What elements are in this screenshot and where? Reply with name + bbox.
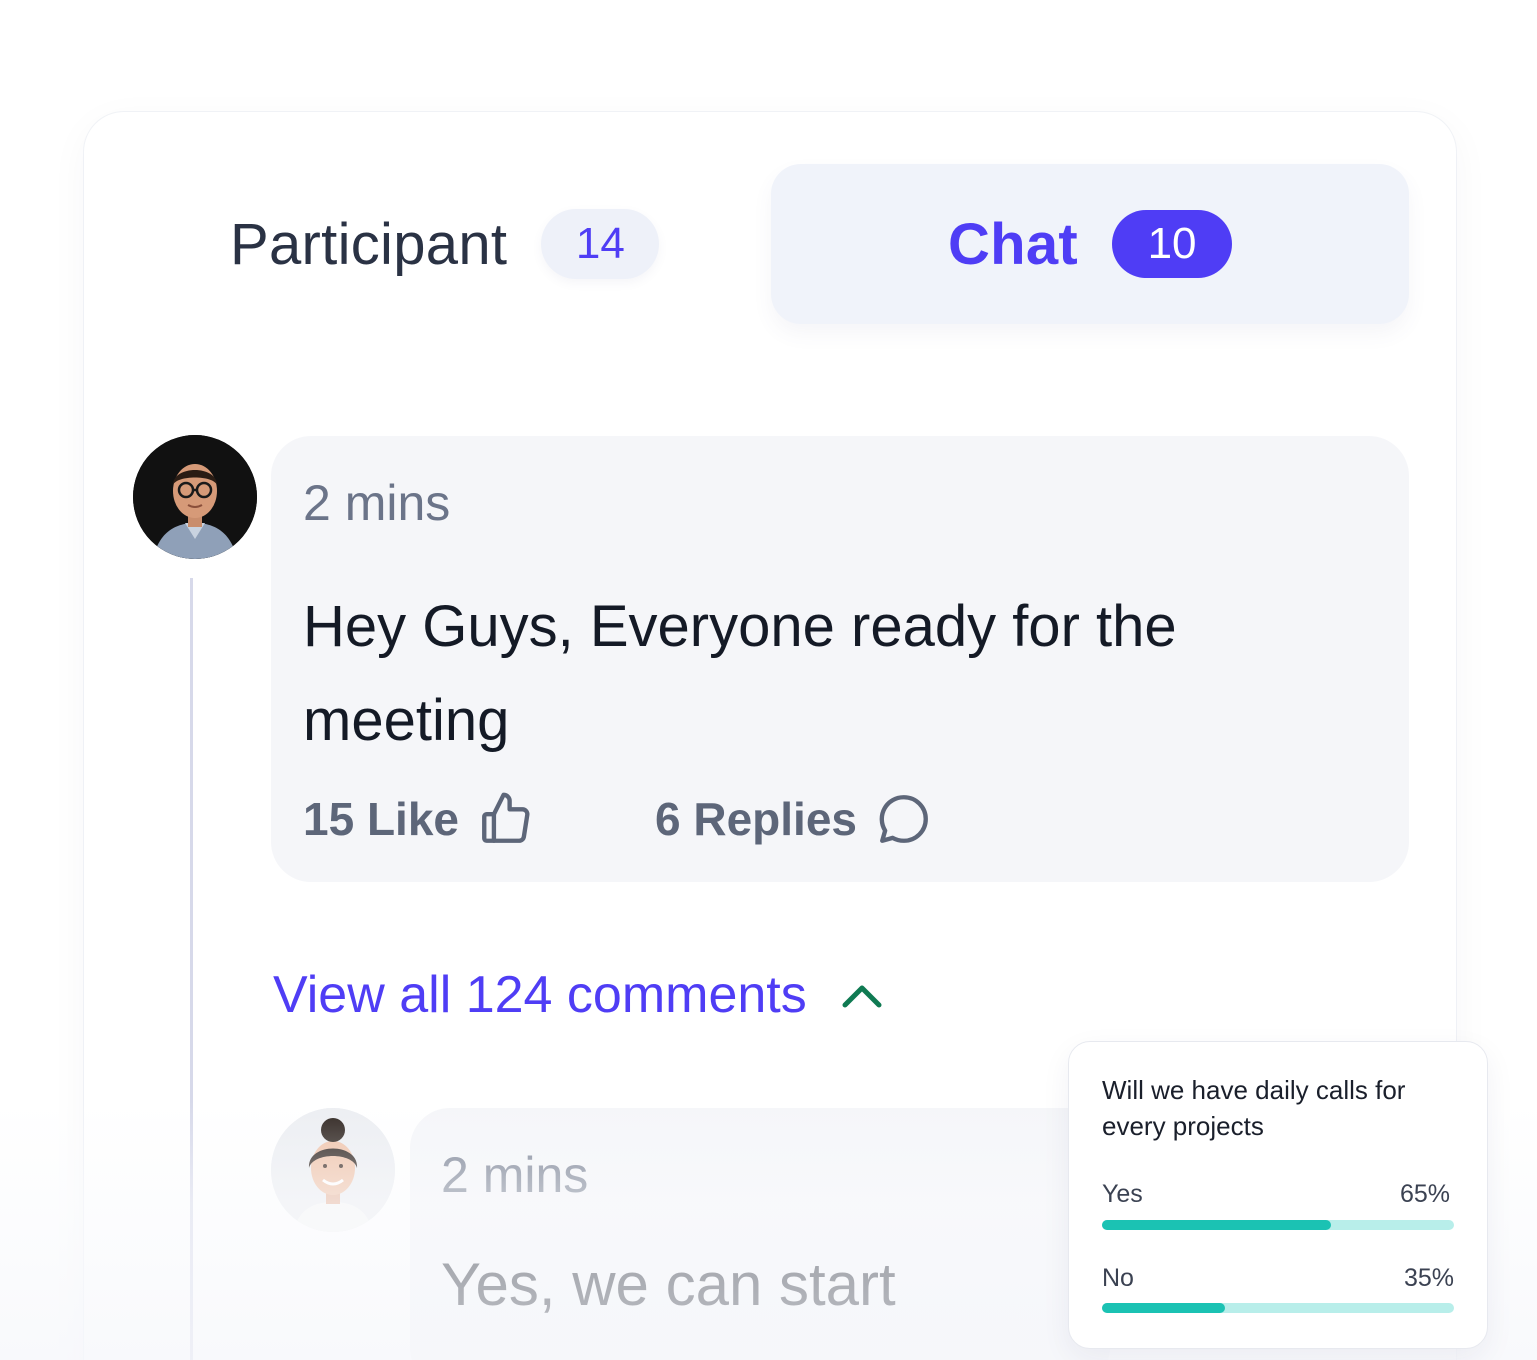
avatar-man-image — [133, 435, 257, 559]
participant-count-badge: 14 — [541, 209, 660, 279]
poll-option-label: No — [1102, 1264, 1134, 1292]
poll-option-percent: 65% — [1399, 1180, 1450, 1208]
poll-option-percent: 35% — [1403, 1264, 1454, 1292]
tab-chat[interactable]: Chat 10 — [771, 164, 1409, 324]
avatar[interactable] — [133, 435, 257, 559]
thread-connector-line — [190, 578, 193, 1360]
replies-count: 6 Replies — [655, 793, 857, 845]
view-all-comments-label: View all 124 comments — [273, 966, 807, 1024]
poll-option-label: Yes — [1102, 1180, 1143, 1208]
avatar-woman-image — [271, 1108, 395, 1232]
chevron-up-icon — [842, 985, 882, 1008]
like-button[interactable]: 15 Like — [303, 790, 535, 848]
poll-option-bar[interactable] — [1102, 1303, 1454, 1313]
tab-participant[interactable]: Participant 14 — [230, 208, 660, 280]
avatar[interactable] — [271, 1108, 395, 1232]
replies-button[interactable]: 6 Replies — [655, 790, 933, 848]
poll-option-bar[interactable] — [1102, 1220, 1454, 1230]
tab-chat-label: Chat — [947, 211, 1079, 277]
message-text: Yes, we can start — [441, 1251, 896, 1318]
chat-bubble-icon — [879, 795, 928, 843]
poll-option-bar-fill — [1102, 1303, 1226, 1313]
tab-participant-label: Participant — [230, 211, 508, 277]
message-timestamp: 2 mins — [441, 1147, 589, 1203]
message-text: Hey Guys, Everyone ready for the meeting — [303, 594, 1177, 753]
like-count: 15 Like — [303, 793, 459, 845]
thumbs-up-icon — [482, 792, 530, 843]
view-all-comments-link[interactable]: View all 124 comments — [273, 965, 883, 1025]
poll-question: Will we have daily calls for every proje… — [1102, 1075, 1406, 1141]
chat-count-badge: 10 — [1112, 210, 1233, 278]
poll-option-bar-fill — [1102, 1220, 1331, 1230]
message-timestamp: 2 mins — [303, 475, 451, 531]
